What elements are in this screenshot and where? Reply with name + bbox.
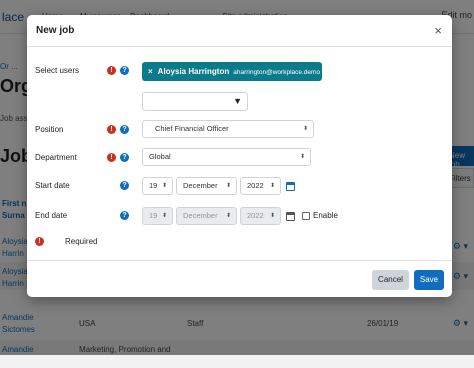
selected-user-chip[interactable]: × Aloysia Harrington aharrington@workplace… xyxy=(142,62,322,81)
end-day-value: 19 xyxy=(149,211,158,220)
required-icon: ! xyxy=(107,125,116,134)
end-year-value: 2022 xyxy=(247,211,264,220)
required-icon: ! xyxy=(107,153,116,162)
chevron-updown-icon: ⬍ xyxy=(299,154,305,160)
save-button[interactable]: Save xyxy=(414,270,444,290)
department-select[interactable]: Global ⬍ xyxy=(142,148,311,166)
selected-user-name: Aloysia Harrington xyxy=(157,67,230,76)
triangle-down-icon[interactable]: ▼ xyxy=(233,93,242,109)
start-year-select[interactable]: 2022 ⬍ xyxy=(240,177,281,195)
end-date-label: End date xyxy=(35,211,68,220)
modal-title: New job xyxy=(36,25,75,36)
required-note: Required xyxy=(65,237,98,246)
selected-user-email: aharrington@workplace.demo xyxy=(233,69,321,76)
help-icon[interactable]: ? xyxy=(120,125,129,134)
new-job-dialog: New job × Select users ! ? × Aloysia Harr… xyxy=(27,15,452,297)
chevron-updown-icon: ⬍ xyxy=(225,183,231,189)
cancel-button[interactable]: Cancel xyxy=(372,270,409,290)
department-label: Department xyxy=(35,153,77,162)
help-icon[interactable]: ? xyxy=(120,181,129,190)
enable-end-date-checkbox[interactable] xyxy=(302,212,310,220)
start-month-select[interactable]: December ⬍ xyxy=(176,177,237,195)
enable-label[interactable]: Enable xyxy=(313,211,338,220)
calendar-icon[interactable] xyxy=(286,212,295,221)
modal-header: New job × xyxy=(27,15,452,47)
required-icon: ! xyxy=(35,237,44,246)
start-day-value: 19 xyxy=(149,181,158,190)
department-value: Global xyxy=(149,152,171,161)
start-date-label: Start date xyxy=(35,181,70,190)
chevron-updown-icon: ⬍ xyxy=(225,213,231,219)
help-icon[interactable]: ? xyxy=(120,153,129,162)
chevron-updown-icon: ⬍ xyxy=(161,183,167,189)
chevron-updown-icon: ⬍ xyxy=(269,213,275,219)
chevron-updown-icon: ⬍ xyxy=(161,213,167,219)
end-day-select[interactable]: 19 ⬍ xyxy=(142,207,173,225)
help-icon[interactable]: ? xyxy=(120,211,129,220)
close-icon[interactable]: × xyxy=(434,24,442,37)
remove-user-icon[interactable]: × xyxy=(148,67,153,76)
end-month-value: December xyxy=(183,211,218,220)
required-icon: ! xyxy=(107,66,116,75)
calendar-icon[interactable] xyxy=(286,182,295,191)
end-year-select[interactable]: 2022 ⬍ xyxy=(240,207,281,225)
start-day-select[interactable]: 19 ⬍ xyxy=(142,177,173,195)
start-year-value: 2022 xyxy=(247,181,264,190)
chevron-updown-icon: ⬍ xyxy=(302,126,308,132)
position-label: Position xyxy=(35,125,64,134)
chevron-updown-icon: ⬍ xyxy=(269,183,275,189)
end-month-select[interactable]: December ⬍ xyxy=(176,207,237,225)
position-select[interactable]: Chief Financial Officer ⬍ xyxy=(142,120,314,138)
help-icon[interactable]: ? xyxy=(120,66,129,75)
user-search-select[interactable]: ▼ xyxy=(142,92,248,111)
modal-footer: Cancel Save xyxy=(27,260,452,297)
position-value: Chief Financial Officer xyxy=(155,124,229,133)
select-users-label: Select users xyxy=(35,66,80,75)
start-month-value: December xyxy=(183,181,218,190)
